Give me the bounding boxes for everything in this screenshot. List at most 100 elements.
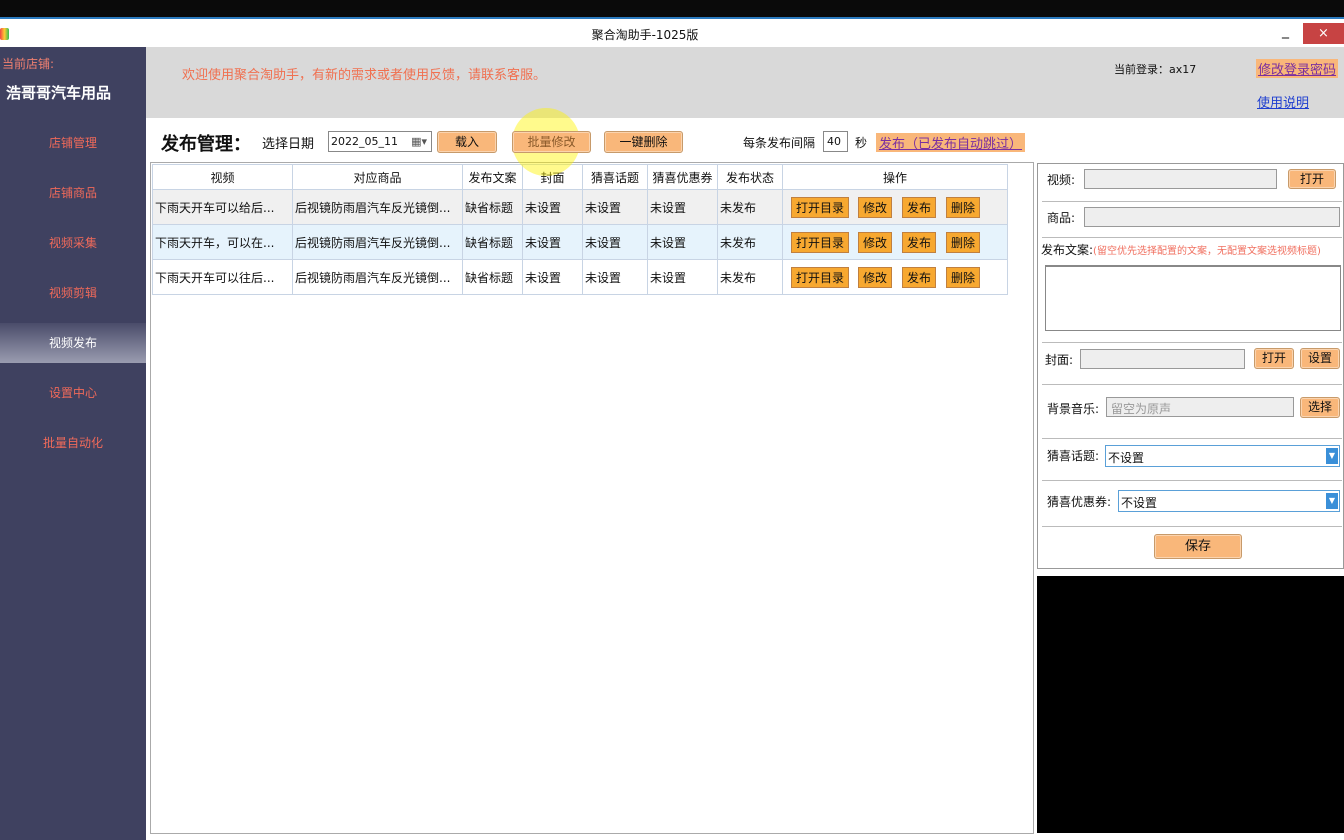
sidebar-item-batch-automation[interactable]: 批量自动化 xyxy=(0,423,146,463)
batch-edit-button[interactable]: 批量修改 xyxy=(512,131,591,153)
title-bar: 聚合淘助手-1025版 _ × xyxy=(0,17,1344,47)
current-login: 当前登录：ax17 xyxy=(1114,63,1197,76)
divider xyxy=(1042,480,1342,481)
divider xyxy=(1042,201,1342,202)
divider xyxy=(1042,342,1342,343)
cell-coupon: 未设置 xyxy=(647,259,718,295)
change-password-link[interactable]: 修改登录密码 xyxy=(1256,59,1339,78)
cell-product: 后视镜防雨眉汽车反光镜倒... xyxy=(292,259,463,295)
cover-label: 封面: xyxy=(1045,353,1074,367)
open-cover-button[interactable]: 打开 xyxy=(1254,348,1294,369)
interval-input[interactable]: 40 xyxy=(823,131,848,152)
calendar-dropdown-icon[interactable]: ▦▾ xyxy=(411,135,427,148)
divider xyxy=(1042,237,1342,238)
sidebar-item-video-edit[interactable]: 视频剪辑 xyxy=(0,273,146,313)
table-row[interactable]: 下雨天开车可以往后... 后视镜防雨眉汽车反光镜倒... 缺省标题 未设置 未设置 未设置… xyxy=(152,259,1008,295)
date-label: 选择日期 xyxy=(262,137,315,152)
load-button[interactable]: 载入 xyxy=(437,131,497,153)
col-copy: 发布文案 xyxy=(462,164,523,190)
chevron-down-icon: ▼ xyxy=(1326,493,1338,509)
date-picker[interactable]: 2022_05_11 ▦▾ xyxy=(328,131,432,152)
sidebar-item-store-products[interactable]: 店铺商品 xyxy=(0,173,146,213)
divider xyxy=(1042,438,1342,439)
edit-button[interactable]: 修改 xyxy=(858,196,893,218)
seconds-label: 秒 xyxy=(855,136,868,150)
publish-button[interactable]: 发布 xyxy=(902,231,937,253)
cell-status: 未发布 xyxy=(717,259,783,295)
table-row[interactable]: 下雨天开车，可以在... 后视镜防雨眉汽车反光镜倒... 缺省标题 未设置 未设置 未设置… xyxy=(152,224,1008,260)
edit-button[interactable]: 修改 xyxy=(858,266,893,288)
copy-label-text: 发布文案: xyxy=(1041,243,1094,257)
sidebar-item-settings[interactable]: 设置中心 xyxy=(0,373,146,413)
product-label: 商品: xyxy=(1047,211,1076,225)
product-input[interactable] xyxy=(1084,207,1340,227)
save-button[interactable]: 保存 xyxy=(1154,534,1242,559)
top-black-bar xyxy=(0,0,1344,17)
publish-table: 视频 对应商品 发布文案 封面 猜喜话题 猜喜优惠券 发布状态 操作 下雨天开车… xyxy=(152,164,1008,295)
close-button[interactable]: × xyxy=(1303,23,1344,44)
cell-product: 后视镜防雨眉汽车反光镜倒... xyxy=(292,224,463,260)
col-cover: 封面 xyxy=(522,164,583,190)
cell-coupon: 未设置 xyxy=(647,224,718,260)
topic-select[interactable]: 不设置 ▼ xyxy=(1105,445,1340,467)
table-row[interactable]: 下雨天开车可以给后... 后视镜防雨眉汽车反光镜倒... 缺省标题 未设置 未设置 未设置… xyxy=(152,189,1008,225)
sidebar-item-video-publish[interactable]: 视频发布 xyxy=(0,323,146,363)
col-status: 发布状态 xyxy=(717,164,783,190)
open-folder-button[interactable]: 打开目录 xyxy=(791,266,850,288)
minimize-button[interactable]: _ xyxy=(1282,23,1289,39)
cell-video: 下雨天开车可以往后... xyxy=(152,259,293,295)
open-folder-button[interactable]: 打开目录 xyxy=(791,196,850,218)
edit-panel: 视频: 打开 商品: 发布文案:(留空优先选择配置的文案，无配置文案选视频标题)… xyxy=(1037,163,1344,569)
delete-button[interactable]: 删除 xyxy=(946,196,981,218)
help-link[interactable]: 使用说明 xyxy=(1257,92,1309,111)
cell-cover: 未设置 xyxy=(522,224,583,260)
set-cover-button[interactable]: 设置 xyxy=(1300,348,1340,369)
cell-topic: 未设置 xyxy=(582,189,648,225)
open-video-button[interactable]: 打开 xyxy=(1288,169,1336,189)
page-title: 发布管理： xyxy=(161,134,251,155)
sidebar: 当前店铺: 浩哥哥汽车用品 店铺管理 店铺商品 视频采集 视频剪辑 视频发布 设… xyxy=(0,47,146,840)
music-label: 背景音乐: xyxy=(1047,402,1100,416)
store-label: 当前店铺: xyxy=(2,57,55,71)
publish-button[interactable]: 发布 xyxy=(902,196,937,218)
copy-label: 发布文案:(留空优先选择配置的文案，无配置文案选视频标题) xyxy=(1041,241,1343,258)
col-coupon: 猜喜优惠券 xyxy=(647,164,718,190)
video-label: 视频: xyxy=(1047,173,1076,187)
header: 欢迎使用聚合淘助手，有新的需求或者使用反馈，请联系客服。 当前登录：ax17 修… xyxy=(146,47,1344,118)
coupon-select[interactable]: 不设置 ▼ xyxy=(1118,490,1340,512)
cell-cover: 未设置 xyxy=(522,259,583,295)
window-title: 聚合淘助手-1025版 xyxy=(591,28,699,42)
video-input[interactable] xyxy=(1084,169,1277,189)
publish-button[interactable]: 发布 xyxy=(902,266,937,288)
divider xyxy=(1042,526,1342,527)
sidebar-item-store-manage[interactable]: 店铺管理 xyxy=(0,123,146,163)
cell-copy: 缺省标题 xyxy=(462,224,523,260)
sidebar-item-video-collect[interactable]: 视频采集 xyxy=(0,223,146,263)
choose-music-button[interactable]: 选择 xyxy=(1300,397,1340,418)
delete-all-button[interactable]: 一键删除 xyxy=(604,131,683,153)
copy-textarea[interactable] xyxy=(1045,265,1341,331)
col-product: 对应商品 xyxy=(292,164,463,190)
publish-all-link[interactable]: 发布（已发布自动跳过） xyxy=(876,133,1026,152)
store-name: 浩哥哥汽车用品 xyxy=(6,84,112,102)
music-input[interactable]: 留空为原声 xyxy=(1106,397,1294,417)
cell-video: 下雨天开车可以给后... xyxy=(152,189,293,225)
cell-copy: 缺省标题 xyxy=(462,189,523,225)
col-topic: 猜喜话题 xyxy=(582,164,648,190)
open-folder-button[interactable]: 打开目录 xyxy=(791,231,850,253)
delete-button[interactable]: 删除 xyxy=(946,231,981,253)
cover-input[interactable] xyxy=(1080,349,1245,369)
cell-cover: 未设置 xyxy=(522,189,583,225)
cell-actions: 打开目录 修改 发布 删除 xyxy=(782,259,1008,295)
cell-actions: 打开目录 修改 发布 删除 xyxy=(782,224,1008,260)
delete-button[interactable]: 删除 xyxy=(946,266,981,288)
chevron-down-icon: ▼ xyxy=(1326,448,1338,464)
cell-coupon: 未设置 xyxy=(647,189,718,225)
cell-product: 后视镜防雨眉汽车反光镜倒... xyxy=(292,189,463,225)
cell-copy: 缺省标题 xyxy=(462,259,523,295)
cell-status: 未发布 xyxy=(717,189,783,225)
date-value: 2022_05_11 xyxy=(331,135,398,148)
edit-button[interactable]: 修改 xyxy=(858,231,893,253)
cell-topic: 未设置 xyxy=(582,259,648,295)
col-video: 视频 xyxy=(152,164,293,190)
